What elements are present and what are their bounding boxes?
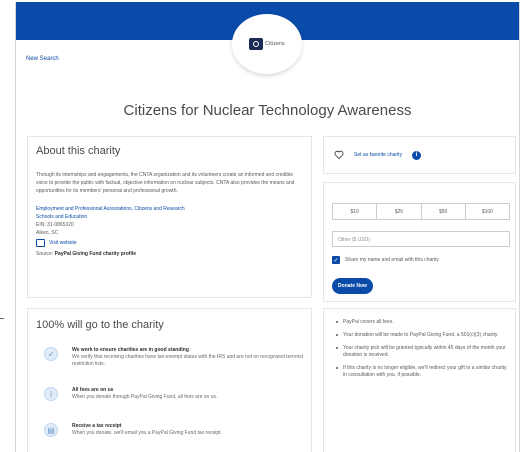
favorite-label[interactable]: Set as favorite charity <box>354 152 402 158</box>
amount-option-100[interactable]: $100 <box>466 204 509 219</box>
guarantee-title: Receive a tax receipt <box>72 423 122 429</box>
category-primary[interactable]: Employment and Professional Associations… <box>36 205 311 213</box>
notes-list: PayPal covers all fees. Your donation wi… <box>336 319 507 379</box>
about-heading: About this charity <box>36 145 121 157</box>
source-line: Source: PayPal Giving Fund charity profi… <box>36 251 311 257</box>
amount-option-25[interactable]: $25 <box>377 204 422 219</box>
donate-panel: $10 $25 $50 $100 Other ($ USD) ✓ Share m… <box>323 182 516 302</box>
new-search-link[interactable]: New Search <box>26 56 59 62</box>
guarantee-text: We verify that receiving charities have … <box>72 354 304 367</box>
source-link[interactable]: PayPal Giving Fund charity profile <box>55 251 136 257</box>
website-label: Visit website <box>49 240 77 246</box>
charity-guarantee-panel: 100% will go to the charity ✓ We work to… <box>27 308 312 452</box>
guarantee-title: We work to ensure charities are in good … <box>72 347 189 353</box>
donate-button[interactable]: Donate Now <box>332 278 373 294</box>
ein-text: EIN: 31-0865320 <box>36 222 74 228</box>
source-prefix: Source: <box>36 251 54 257</box>
shield-icon: ✓ <box>44 347 58 361</box>
website-icon <box>36 239 45 247</box>
guarantee-item: ✓ We work to ensure charities are in goo… <box>36 347 306 368</box>
amount-options: $10 $25 $50 $100 <box>332 203 510 220</box>
info-icon[interactable]: i <box>412 150 422 160</box>
list-item: Your donation will be made to PayPal Giv… <box>336 332 507 339</box>
guarantee-item: ▤ Receive a tax receipt When you donate,… <box>36 423 306 437</box>
about-panel: About this charity Through its internshi… <box>27 136 312 298</box>
share-info-label: Share my name and email with this charit… <box>345 257 439 263</box>
about-description: Through its internships and engagements,… <box>36 172 295 194</box>
heart-icon[interactable] <box>334 150 344 160</box>
logo-text: Citizens <box>265 41 285 47</box>
guarantee-title: All fees are on us <box>72 387 114 393</box>
category-secondary[interactable]: Schools and Education <box>36 213 311 221</box>
website-link[interactable]: Visit website <box>36 239 311 247</box>
favorite-panel: Set as favorite charity i <box>323 136 516 174</box>
amount-option-10[interactable]: $10 <box>333 204 378 219</box>
page-title: Citizens for Nuclear Technology Awarenes… <box>123 102 412 119</box>
list-item: If this charity is no longer eligible, w… <box>336 365 507 379</box>
donation-notes-panel: PayPal covers all fees. Your donation wi… <box>323 308 516 452</box>
guarantee-heading: 100% will go to the charity <box>36 319 164 331</box>
list-item: Your charity pick will be granted typica… <box>336 345 507 359</box>
guarantee-text: When you donate through PayPal Giving Fu… <box>72 394 218 400</box>
share-info-option[interactable]: ✓ Share my name and email with this char… <box>332 256 439 264</box>
logo-mark <box>249 38 264 50</box>
guarantee-text: When you donate, we'll email you a PayPa… <box>72 430 222 436</box>
check-icon[interactable]: ✓ <box>332 256 340 264</box>
guarantee-item: i All fees are on us When you donate thr… <box>36 387 306 401</box>
receipt-icon: ▤ <box>44 423 58 437</box>
charity-page: Citizens New Search Citizens for Nuclear… <box>15 2 520 452</box>
margin-tick <box>0 318 4 319</box>
city-text: Aiken, SC <box>36 230 59 236</box>
charity-logo: Citizens <box>232 14 302 74</box>
info-circle-icon: i <box>44 387 58 401</box>
other-amount-input[interactable]: Other ($ USD) <box>332 231 510 247</box>
list-item: PayPal covers all fees. <box>336 319 507 326</box>
amount-option-50[interactable]: $50 <box>422 204 466 219</box>
